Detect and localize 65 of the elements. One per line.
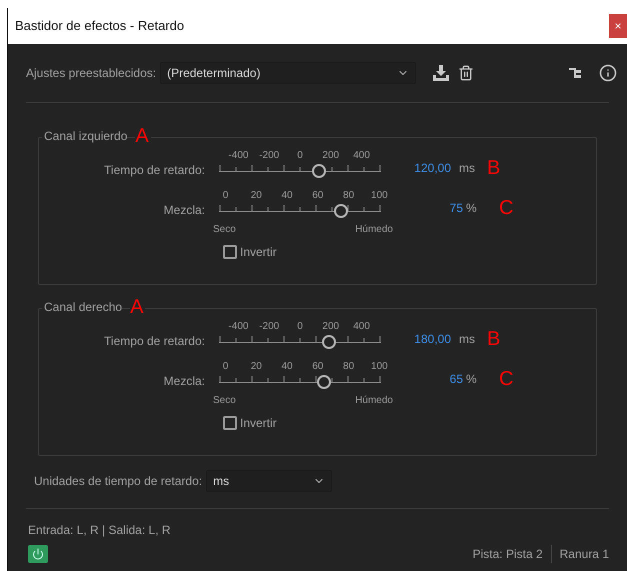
tick-label: 100 xyxy=(371,360,388,374)
checkbox-label: Invertir xyxy=(240,415,277,432)
power-icon xyxy=(32,548,44,560)
scale-end-label: Húmedo xyxy=(355,394,393,408)
parameter-label: Tiempo de retardo: xyxy=(103,333,206,350)
tick-label: 80 xyxy=(343,189,354,203)
scale-end-label: Seco xyxy=(213,223,236,237)
io-label: Entrada: L, R | Salida: L, R xyxy=(27,522,172,539)
track-label: Pista: Pista 2 xyxy=(472,545,552,563)
slider-thumb[interactable] xyxy=(334,204,348,218)
tick-label: 60 xyxy=(312,189,324,203)
tick-label: -200 xyxy=(259,149,280,163)
tick-label: 80 xyxy=(343,360,354,374)
checkbox-label: Invertir xyxy=(240,244,277,261)
checkbox[interactable] xyxy=(223,245,237,259)
window-title: Bastidor de efectos - Retardo xyxy=(15,17,184,36)
unit-label: ms xyxy=(458,160,476,177)
tick-label: -200 xyxy=(259,320,280,334)
annotation-letter: C xyxy=(499,198,514,218)
value-field[interactable]: 65 xyxy=(393,370,463,388)
unit-label: % xyxy=(465,200,478,217)
tick-label: 40 xyxy=(281,189,293,203)
annotation-letter: C xyxy=(499,369,514,389)
slider-thumb[interactable] xyxy=(312,164,326,178)
power-button[interactable] xyxy=(28,545,48,563)
units-dropdown[interactable]: ms xyxy=(206,470,332,492)
tick-label: 20 xyxy=(250,189,262,203)
info-icon[interactable] xyxy=(599,64,617,82)
tick-label: 20 xyxy=(250,360,262,374)
tick-label: 0 xyxy=(297,320,303,334)
parameter-label: Mezcla: xyxy=(162,202,206,219)
slider-thumb[interactable] xyxy=(317,375,332,389)
tick-label: -400 xyxy=(228,149,248,163)
download-icon[interactable] xyxy=(432,65,450,81)
unit-label: % xyxy=(465,371,478,388)
value-field[interactable]: 120,00 xyxy=(381,159,451,177)
presets-dropdown[interactable]: (Predeterminado) xyxy=(160,62,416,84)
tick-label: 100 xyxy=(371,189,388,203)
tick-label: 40 xyxy=(281,360,293,374)
routing-icon[interactable] xyxy=(569,66,583,80)
parameter-label: Mezcla: xyxy=(162,373,206,390)
value-field[interactable]: 180,00 xyxy=(381,330,451,348)
units-label: Unidades de tiempo de retardo: xyxy=(34,473,202,490)
parameter-label: Tiempo de retardo: xyxy=(103,162,206,179)
tick-label: 200 xyxy=(322,149,340,163)
tick-label: 400 xyxy=(353,149,370,163)
scale-end-label: Húmedo xyxy=(355,223,393,237)
presets-label: Ajustes preestablecidos: xyxy=(26,65,156,82)
slider-thumb[interactable] xyxy=(322,335,336,349)
tick-label: 400 xyxy=(353,320,370,334)
slot-label: Ranura 1 xyxy=(558,546,609,563)
tick-label: 0 xyxy=(222,189,228,203)
trash-icon[interactable] xyxy=(458,65,474,81)
scale-end-label: Seco xyxy=(213,394,236,408)
tick-label: 200 xyxy=(322,320,340,334)
tick-label: 60 xyxy=(312,360,324,374)
unit-label: ms xyxy=(458,331,476,348)
annotation-letter: B xyxy=(487,329,500,349)
annotation-letter: B xyxy=(487,158,500,178)
value-field[interactable]: 75 xyxy=(393,199,463,217)
tick-label: -400 xyxy=(228,320,248,334)
checkbox[interactable] xyxy=(223,416,237,430)
tick-label: 0 xyxy=(222,360,228,374)
tick-label: 0 xyxy=(297,149,303,163)
close-button[interactable]: × xyxy=(609,14,627,38)
